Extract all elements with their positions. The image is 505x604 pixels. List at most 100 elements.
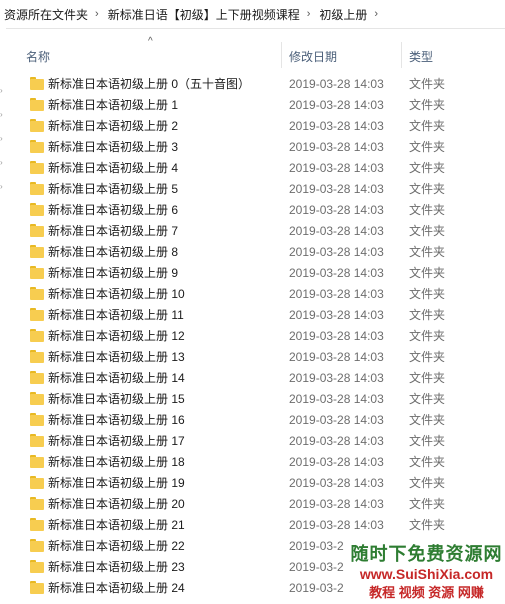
folder-icon: [30, 350, 44, 363]
file-list-row[interactable]: 新标准日本语初级上册 3 2019-03-28 14:03 文件夹: [0, 137, 505, 158]
file-name: 新标准日本语初级上册 9: [48, 266, 179, 280]
file-list-row[interactable]: 新标准日本语初级上册 9 2019-03-28 14:03 文件夹: [0, 263, 505, 284]
folder-icon: [30, 392, 44, 405]
file-name: 新标准日本语初级上册 7: [48, 224, 179, 238]
file-list-row[interactable]: 新标准日本语初级上册 2 2019-03-28 14:03 文件夹: [0, 116, 505, 137]
file-list-row[interactable]: 新标准日本语初级上册 4 2019-03-28 14:03 文件夹: [0, 158, 505, 179]
folder-icon: [30, 266, 44, 279]
folder-icon: [30, 287, 44, 300]
folder-icon: [30, 518, 44, 531]
file-type: 文件夹: [409, 434, 446, 448]
folder-icon: [30, 245, 44, 258]
file-type: 文件夹: [409, 77, 446, 91]
file-list-row[interactable]: 新标准日本语初级上册 16 2019-03-28 14:03 文件夹: [0, 410, 505, 431]
breadcrumb-item-0[interactable]: 资源所在文件夹: [0, 6, 90, 23]
modified-date: 2019-03-28 14:03: [289, 203, 384, 217]
column-header-type[interactable]: 类型: [409, 48, 433, 65]
file-type: 文件夹: [409, 329, 446, 343]
modified-date: 2019-03-2: [289, 581, 344, 595]
modified-date: 2019-03-28 14:03: [289, 329, 384, 343]
column-divider[interactable]: [281, 42, 282, 68]
folder-icon: [30, 224, 44, 237]
file-list-row[interactable]: 新标准日本语初级上册 18 2019-03-28 14:03 文件夹: [0, 452, 505, 473]
file-list-row[interactable]: 新标准日本语初级上册 12 2019-03-28 14:03 文件夹: [0, 326, 505, 347]
file-type: 文件夹: [409, 182, 446, 196]
file-list-row[interactable]: 新标准日本语初级上册 14 2019-03-28 14:03 文件夹: [0, 368, 505, 389]
folder-icon: [30, 371, 44, 384]
file-type: 文件夹: [409, 287, 446, 301]
column-header-name[interactable]: 名称: [26, 48, 50, 65]
modified-date: 2019-03-28 14:03: [289, 476, 384, 490]
folder-icon: [30, 560, 44, 573]
file-name: 新标准日本语初级上册 19: [48, 476, 185, 490]
folder-icon: [30, 413, 44, 426]
file-type: 文件夹: [409, 140, 446, 154]
file-name: 新标准日本语初级上册 4: [48, 161, 179, 175]
file-list-row[interactable]: 新标准日本语初级上册 24 2019-03-2: [0, 578, 505, 599]
modified-date: 2019-03-2: [289, 560, 344, 574]
chevron-right-icon[interactable]: ›: [90, 8, 104, 20]
folder-icon: [30, 329, 44, 342]
file-list-row[interactable]: 新标准日本语初级上册 8 2019-03-28 14:03 文件夹: [0, 242, 505, 263]
file-list-row[interactable]: 新标准日本语初级上册 10 2019-03-28 14:03 文件夹: [0, 284, 505, 305]
folder-icon: [30, 539, 44, 552]
file-type: 文件夹: [409, 350, 446, 364]
column-header-date[interactable]: 修改日期: [289, 48, 337, 65]
file-name: 新标准日本语初级上册 0（五十音图）: [48, 77, 251, 91]
breadcrumb-item-1[interactable]: 新标准日语【初级】上下册视频课程: [104, 6, 302, 23]
file-list-row[interactable]: 新标准日本语初级上册 6 2019-03-28 14:03 文件夹: [0, 200, 505, 221]
file-list-row[interactable]: 新标准日本语初级上册 23 2019-03-2: [0, 557, 505, 578]
file-type: 文件夹: [409, 224, 446, 238]
file-list-row[interactable]: 新标准日本语初级上册 11 2019-03-28 14:03 文件夹: [0, 305, 505, 326]
folder-icon: [30, 497, 44, 510]
modified-date: 2019-03-28 14:03: [289, 371, 384, 385]
file-name: 新标准日本语初级上册 8: [48, 245, 179, 259]
modified-date: 2019-03-28 14:03: [289, 140, 384, 154]
modified-date: 2019-03-28 14:03: [289, 413, 384, 427]
file-list-row[interactable]: 新标准日本语初级上册 5 2019-03-28 14:03 文件夹: [0, 179, 505, 200]
column-divider[interactable]: [401, 42, 402, 68]
modified-date: 2019-03-28 14:03: [289, 161, 384, 175]
file-name: 新标准日本语初级上册 6: [48, 203, 179, 217]
folder-icon: [30, 119, 44, 132]
file-type: 文件夹: [409, 392, 446, 406]
file-list-row[interactable]: 新标准日本语初级上册 20 2019-03-28 14:03 文件夹: [0, 494, 505, 515]
folder-icon: [30, 455, 44, 468]
folder-icon: [30, 161, 44, 174]
modified-date: 2019-03-28 14:03: [289, 224, 384, 238]
folder-icon: [30, 77, 44, 90]
chevron-right-icon[interactable]: ›: [369, 8, 383, 20]
folder-icon: [30, 476, 44, 489]
file-name: 新标准日本语初级上册 21: [48, 518, 185, 532]
file-list-row[interactable]: 新标准日本语初级上册 1 2019-03-28 14:03 文件夹: [0, 95, 505, 116]
file-type: 文件夹: [409, 308, 446, 322]
file-list-row[interactable]: 新标准日本语初级上册 0（五十音图） 2019-03-28 14:03 文件夹: [0, 74, 505, 95]
modified-date: 2019-03-28 14:03: [289, 98, 384, 112]
modified-date: 2019-03-28 14:03: [289, 287, 384, 301]
file-list-row[interactable]: 新标准日本语初级上册 7 2019-03-28 14:03 文件夹: [0, 221, 505, 242]
folder-icon: [30, 98, 44, 111]
column-header: ^ 名称 修改日期 类型: [0, 28, 505, 72]
file-name: 新标准日本语初级上册 12: [48, 329, 185, 343]
file-list-row[interactable]: 新标准日本语初级上册 13 2019-03-28 14:03 文件夹: [0, 347, 505, 368]
file-name: 新标准日本语初级上册 24: [48, 581, 185, 595]
file-list-row[interactable]: 新标准日本语初级上册 15 2019-03-28 14:03 文件夹: [0, 389, 505, 410]
file-list-row[interactable]: 新标准日本语初级上册 19 2019-03-28 14:03 文件夹: [0, 473, 505, 494]
file-name: 新标准日本语初级上册 20: [48, 497, 185, 511]
file-name: 新标准日本语初级上册 18: [48, 455, 185, 469]
file-name: 新标准日本语初级上册 1: [48, 98, 179, 112]
file-name: 新标准日本语初级上册 23: [48, 560, 185, 574]
chevron-right-icon[interactable]: ›: [302, 8, 316, 20]
modified-date: 2019-03-28 14:03: [289, 182, 384, 196]
folder-icon: [30, 434, 44, 447]
file-name: 新标准日本语初级上册 2: [48, 119, 179, 133]
file-list-row[interactable]: 新标准日本语初级上册 17 2019-03-28 14:03 文件夹: [0, 431, 505, 452]
file-name: 新标准日本语初级上册 10: [48, 287, 185, 301]
modified-date: 2019-03-28 14:03: [289, 350, 384, 364]
folder-icon: [30, 140, 44, 153]
file-list-row[interactable]: 新标准日本语初级上册 21 2019-03-28 14:03 文件夹: [0, 515, 505, 536]
file-list-row[interactable]: 新标准日本语初级上册 22 2019-03-2: [0, 536, 505, 557]
file-type: 文件夹: [409, 371, 446, 385]
file-type: 文件夹: [409, 203, 446, 217]
breadcrumb-item-2[interactable]: 初级上册: [315, 6, 369, 23]
